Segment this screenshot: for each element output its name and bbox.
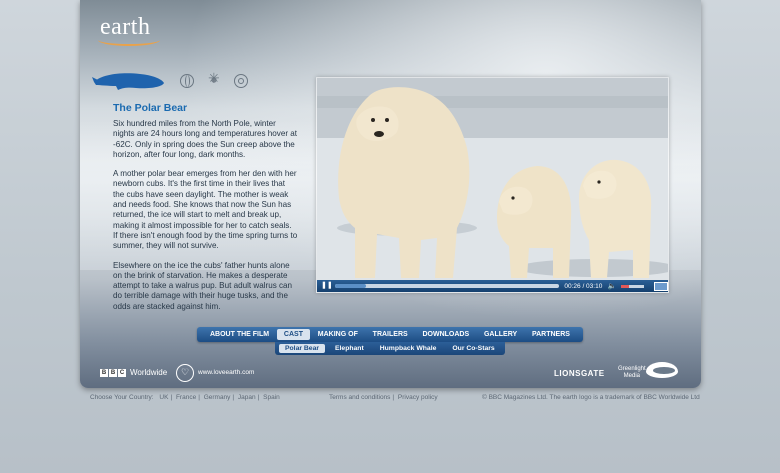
video-frame	[317, 78, 668, 282]
subnav-humpback-whale[interactable]: Humpback Whale	[374, 344, 443, 353]
volume-level	[620, 284, 629, 288]
country-link-france[interactable]: France	[176, 394, 196, 401]
nav-gallery[interactable]: GALLERY	[477, 329, 524, 340]
privacy-link[interactable]: Privacy policy	[398, 394, 438, 401]
nav-making-of[interactable]: MAKING OF	[311, 329, 365, 340]
nav-about-the-film[interactable]: ABOUT THE FILM	[203, 329, 276, 340]
video-player[interactable]: ❚❚ 00:26 / 03:10 🔈	[316, 77, 669, 293]
greenlight-icon	[646, 362, 678, 378]
subnav-elephant[interactable]: Elephant	[329, 344, 370, 353]
nav-partners[interactable]: PARTNERS	[525, 329, 577, 340]
subnav-polar-bear[interactable]: Polar Bear	[279, 344, 326, 353]
article: The Polar Bear Six hundred miles from th…	[113, 102, 298, 321]
seek-bar[interactable]	[335, 284, 560, 288]
heart-icon[interactable]: ♡	[176, 364, 194, 382]
timecode: 00:26 / 03:10	[564, 282, 603, 290]
bbc-worldwide-logo[interactable]: B B C Worldwide	[100, 368, 167, 377]
whale-icon[interactable]	[92, 70, 166, 92]
lionsgate-logo[interactable]: LIONSGATE	[554, 369, 605, 378]
legal-links: Terms and conditions | Privacy policy	[329, 394, 438, 401]
nav-cast[interactable]: CAST	[276, 329, 310, 340]
main-nav: ABOUT THE FILM CAST MAKING OF TRAILERS D…	[197, 327, 583, 342]
sub-nav: Polar Bear Elephant Humpback Whale Our C…	[275, 342, 505, 355]
volume-slider[interactable]	[620, 284, 645, 288]
subnav-our-co-stars[interactable]: Our Co-Stars	[446, 344, 500, 353]
country-link-germany[interactable]: Germany	[204, 394, 231, 401]
volume-icon[interactable]: 🔈	[608, 282, 617, 290]
article-paragraph: A mother polar bear emerges from her den…	[113, 169, 298, 251]
country-link-japan[interactable]: Japan	[238, 394, 256, 401]
sun-icon[interactable]	[208, 70, 220, 87]
greenlight-label: Media	[623, 373, 641, 379]
terms-link[interactable]: Terms and conditions	[329, 394, 390, 401]
article-title: The Polar Bear	[113, 102, 188, 114]
site-url-link[interactable]: www.loveearth.com	[198, 369, 254, 376]
article-paragraph: Elsewhere on the ice the cubs' father hu…	[113, 260, 293, 311]
article-paragraph: Six hundred miles from the North Pole, w…	[113, 119, 298, 159]
fullscreen-icon[interactable]	[654, 281, 668, 291]
bbc-letter: B	[100, 368, 108, 377]
nav-downloads[interactable]: DOWNLOADS	[415, 329, 476, 340]
country-link-spain[interactable]: Spain	[263, 394, 280, 401]
country-label: Choose Your Country:	[90, 394, 154, 401]
logo-arc	[98, 34, 160, 46]
pause-icon[interactable]: ❚❚	[321, 281, 333, 291]
country-selector: Choose Your Country: UK | France | Germany…	[90, 394, 280, 401]
bbc-letter: C	[118, 368, 126, 377]
player-controls: ❚❚ 00:26 / 03:10 🔈	[317, 280, 668, 292]
bbc-letter: B	[109, 368, 117, 377]
greenlight-label: Greenlight	[618, 366, 646, 372]
copyright-notice: © BBC Magazines Ltd. The earth logo is a…	[482, 394, 700, 401]
page-stage: earth The Polar Bear Six hundred miles f…	[80, 0, 701, 388]
nav-trailers[interactable]: TRAILERS	[366, 329, 415, 340]
country-link-uk[interactable]: UK	[159, 394, 168, 401]
seek-progress	[335, 284, 366, 288]
greenlight-media-logo[interactable]: Greenlight Media	[618, 366, 646, 380]
globe-icon[interactable]	[180, 74, 194, 88]
bbc-worldwide-label: Worldwide	[130, 368, 168, 377]
ring-icon[interactable]	[234, 74, 248, 88]
